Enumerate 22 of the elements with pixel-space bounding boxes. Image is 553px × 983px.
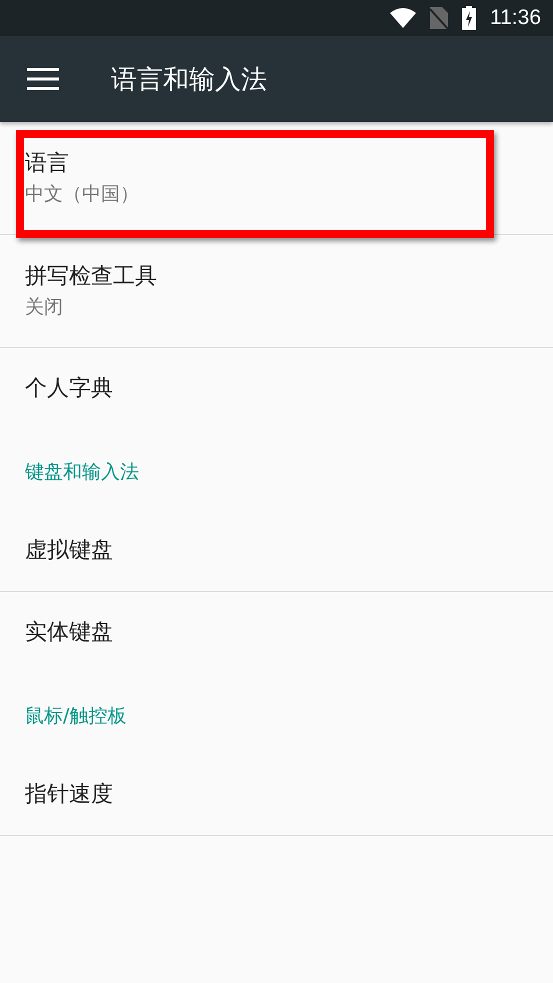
settings-item[interactable]: 虚拟键盘 — [0, 510, 553, 592]
item-title: 实体键盘 — [25, 619, 114, 647]
menu-icon[interactable] — [27, 67, 59, 91]
item-title: 指针速度 — [25, 780, 114, 808]
category-header: 键盘和输入法 — [25, 460, 139, 485]
category-header: 鼠标/触控板 — [25, 704, 126, 729]
battery-charging-icon — [462, 6, 476, 30]
item-summary: 关闭 — [25, 295, 64, 320]
settings-item[interactable]: 指针速度 — [0, 754, 553, 836]
item-title: 虚拟键盘 — [25, 536, 114, 564]
item-summary: 中文（中国） — [25, 182, 140, 207]
toolbar-title: 语言和输入法 — [111, 64, 267, 96]
settings-item[interactable]: 语言 中文（中国） — [0, 122, 553, 235]
settings-item[interactable]: 实体键盘 — [0, 592, 553, 674]
item-title: 个人字典 — [25, 375, 114, 403]
item-title: 拼写检查工具 — [25, 263, 158, 291]
clock: 11:36 — [490, 6, 541, 30]
settings-item[interactable]: 个人字典 — [0, 348, 553, 430]
settings-item[interactable]: 拼写检查工具 关闭 — [0, 235, 553, 348]
item-title: 语言 — [25, 150, 70, 178]
wifi-icon — [390, 8, 416, 28]
no-sim-icon — [430, 7, 448, 29]
